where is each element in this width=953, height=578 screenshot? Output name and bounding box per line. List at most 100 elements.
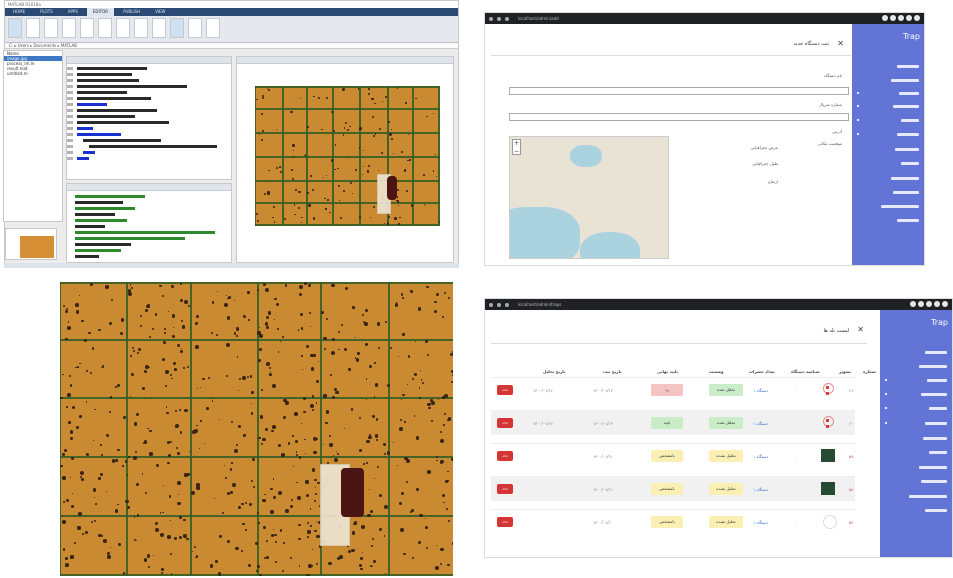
sidebar-item[interactable]	[921, 393, 947, 396]
insect-speck	[432, 170, 435, 172]
sidebar-item[interactable]	[897, 219, 919, 222]
print-button[interactable]	[98, 18, 112, 38]
insect-speck	[292, 144, 295, 147]
device-link[interactable]: دستگاه ۱	[753, 454, 768, 459]
extension-icon[interactable]	[898, 15, 904, 21]
run-button[interactable]	[170, 18, 184, 38]
extension-icon[interactable]	[910, 301, 916, 307]
address-bar[interactable]: localhost/admin/traps	[518, 302, 561, 307]
sidebar-item[interactable]	[899, 92, 919, 95]
insect-speck	[312, 409, 315, 412]
delete-button[interactable]: حذف	[497, 517, 513, 527]
trap-photo-thumbnail[interactable]	[821, 449, 835, 462]
tab-home[interactable]: HOME	[7, 8, 31, 16]
reload-icon[interactable]	[505, 16, 509, 21]
extension-icon[interactable]	[934, 301, 940, 307]
extension-icon[interactable]	[918, 301, 924, 307]
sidebar-item[interactable]	[891, 79, 919, 82]
location-map[interactable]: + −	[509, 136, 669, 259]
menu-icon[interactable]	[942, 301, 948, 307]
sidebar-item[interactable]	[891, 177, 919, 180]
table-row[interactable]: حذف ۱۴۰۰/۰۱/۱۱ نامشخص تحلیل نشده دستگاه ۱ ۰ ۵۸	[491, 476, 855, 501]
sidebar-item[interactable]	[895, 148, 919, 151]
sidebar-item[interactable]	[897, 65, 919, 68]
serial-input[interactable]	[509, 113, 849, 121]
sidebar-item[interactable]	[893, 105, 919, 108]
back-icon[interactable]	[489, 16, 493, 21]
comment-button[interactable]	[116, 18, 130, 38]
compare-button[interactable]	[80, 18, 94, 38]
sidebar-item[interactable]	[909, 495, 947, 498]
menu-icon[interactable]	[914, 15, 920, 21]
sidebar-item[interactable]	[925, 422, 947, 425]
sidebar-item[interactable]	[929, 407, 947, 410]
run-section-button[interactable]	[188, 18, 202, 38]
sidebar-item[interactable]	[893, 191, 919, 194]
reload-icon[interactable]	[505, 302, 509, 307]
insect-speck	[272, 216, 274, 219]
map-zoom-control[interactable]: + −	[512, 139, 521, 155]
sidebar-item[interactable]	[925, 509, 947, 512]
sidebar-item[interactable]	[897, 133, 919, 136]
device-link[interactable]: دستگاه ۱	[753, 388, 768, 393]
editor-panel[interactable]	[66, 56, 232, 180]
sidebar-item[interactable]	[927, 379, 947, 382]
delete-button[interactable]: حذف	[497, 484, 513, 494]
new-button[interactable]	[8, 18, 22, 38]
close-icon[interactable]: ✕	[857, 326, 864, 334]
sidebar-item[interactable]	[921, 480, 947, 483]
extension-icon[interactable]	[906, 15, 912, 21]
sidebar-item[interactable]	[919, 466, 947, 469]
device-link[interactable]: دستگاه ۱	[753, 487, 768, 492]
command-window[interactable]	[66, 183, 232, 263]
sidebar-item[interactable]	[919, 365, 947, 368]
table-row[interactable]: حذف ۱۴۰۰/۰۱/۱۱ نامشخص تحلیل نشده دستگاه ۱ ۰ ۵۹	[491, 443, 855, 468]
back-icon[interactable]	[489, 302, 493, 307]
editor-tab[interactable]	[67, 57, 231, 64]
tab-publish[interactable]: PUBLISH	[117, 8, 146, 16]
open-button[interactable]	[26, 18, 40, 38]
insect-speck	[260, 113, 263, 116]
insect-speck	[180, 283, 183, 286]
current-folder-path[interactable]: C: ▸ Users ▸ Documents ▸ MATLAB	[5, 43, 458, 49]
sidebar-item[interactable]	[901, 162, 919, 165]
device-link[interactable]: دستگاه ۱	[753, 421, 768, 426]
file-item[interactable]: untitled.m	[4, 71, 62, 76]
col-verify: تایید نهایی	[657, 369, 679, 374]
address-bar[interactable]: localhost/admin/add	[518, 16, 559, 21]
delete-button[interactable]: حذف	[497, 451, 513, 461]
sidebar-item[interactable]	[901, 119, 919, 122]
forward-icon[interactable]	[497, 16, 501, 21]
tab-apps[interactable]: APPS	[62, 8, 84, 16]
sidebar-item[interactable]	[881, 205, 919, 208]
trap-photo-thumbnail[interactable]	[821, 482, 835, 495]
sidebar-item[interactable]	[925, 351, 947, 354]
insect-speck	[311, 468, 316, 472]
tab-editor[interactable]: EDITOR	[86, 8, 115, 16]
table-row[interactable]: حذف ۱۴۰۰/۰۱/۱۲ ۱۴۰۰/۰۱/۱۲ رد تحلیل شده دستگاه…	[491, 377, 855, 402]
indent-button[interactable]	[134, 18, 148, 38]
forward-icon[interactable]	[497, 302, 501, 307]
save-button[interactable]	[44, 18, 58, 38]
name-input[interactable]	[509, 87, 849, 95]
insect-speck	[394, 303, 399, 308]
sidebar-item[interactable]	[929, 451, 947, 454]
device-link[interactable]: دستگاه ۱	[753, 520, 768, 525]
extension-icon[interactable]	[882, 15, 888, 21]
table-row[interactable]: حذف ۱۴۰۰/۰۱/۱۲ ۱۴۰۰/۰۱/۱۲ تایید تحلیل شده دست…	[491, 410, 855, 435]
table-row[interactable]: حذف ۱۴۰۰/۰۱/۱۰ نامشخص تحلیل نشده دستگاه ۱ ۰ ۵۷	[491, 509, 855, 534]
figure-panel[interactable]	[236, 56, 454, 263]
delete-button[interactable]: حذف	[497, 418, 513, 428]
tab-plots[interactable]: PLOTS	[34, 8, 59, 16]
find-files-button[interactable]	[62, 18, 76, 38]
delete-button[interactable]: حذف	[497, 385, 513, 395]
close-icon[interactable]: ✕	[837, 40, 844, 48]
extension-icon[interactable]	[926, 301, 932, 307]
run-advance-button[interactable]	[206, 18, 220, 38]
insect-speck	[71, 405, 76, 410]
figure-tab[interactable]	[237, 57, 453, 64]
sidebar-item[interactable]	[923, 437, 947, 440]
extension-icon[interactable]	[890, 15, 896, 21]
breakpoints-button[interactable]	[152, 18, 166, 38]
tab-view[interactable]: VIEW	[149, 8, 171, 16]
